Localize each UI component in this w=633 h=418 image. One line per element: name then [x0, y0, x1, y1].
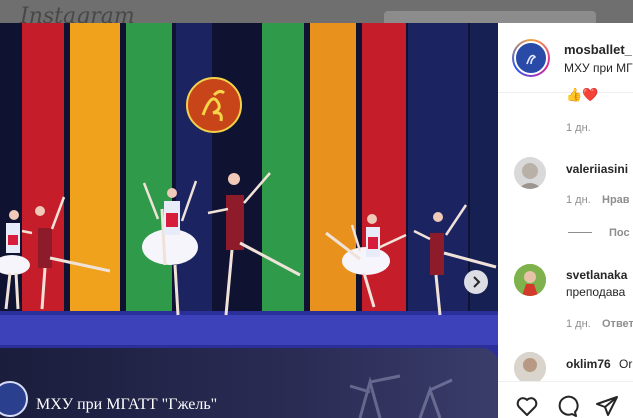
background-page: Instagram — [0, 0, 633, 29]
comment-icon[interactable] — [555, 394, 579, 418]
heart-icon[interactable] — [515, 394, 539, 418]
commenter-avatar[interactable] — [514, 157, 546, 189]
avatar-photo — [518, 163, 542, 189]
ballet-logo-icon — [526, 54, 537, 65]
comment-like-action[interactable]: Нрав — [602, 194, 630, 206]
caption-time: 1 дн. — [566, 122, 591, 134]
overlay-dancer-graphic — [349, 374, 453, 418]
comment-username[interactable]: oklim76 — [566, 357, 611, 371]
comment-text: Or — [619, 357, 633, 371]
next-photo-button[interactable] — [464, 270, 488, 294]
commenter-avatar[interactable] — [514, 264, 546, 296]
comment-username[interactable]: valeriiasini — [566, 162, 628, 176]
account-subtitle[interactable]: МХУ при МГ — [564, 61, 633, 75]
share-icon[interactable] — [595, 394, 619, 418]
commenter-avatar[interactable] — [514, 352, 546, 384]
chevron-right-icon — [473, 276, 481, 288]
comment-time: 1 дн. — [566, 318, 591, 330]
account-avatar[interactable] — [512, 39, 550, 77]
view-replies-button[interactable]: Пос — [609, 227, 630, 239]
replies-divider — [568, 232, 592, 233]
post-header: mosballet_ МХУ при МГ — [498, 23, 633, 93]
account-username[interactable]: mosballet_ — [564, 42, 632, 57]
comment-reply-action[interactable]: Ответ — [602, 318, 633, 330]
background-search-box — [384, 11, 596, 23]
comment-username[interactable]: svetlanaka — [566, 268, 627, 282]
avatar-photo — [514, 264, 546, 296]
comment-time: 1 дн. — [566, 194, 591, 206]
comment-text: преподава — [566, 285, 626, 299]
avatar-photo — [514, 352, 546, 384]
post-action-bar — [498, 381, 633, 418]
caption-emojis: 👍❤️ — [566, 87, 599, 102]
overlay-title: МХУ при МГАТТ "Гжель" — [36, 396, 218, 413]
